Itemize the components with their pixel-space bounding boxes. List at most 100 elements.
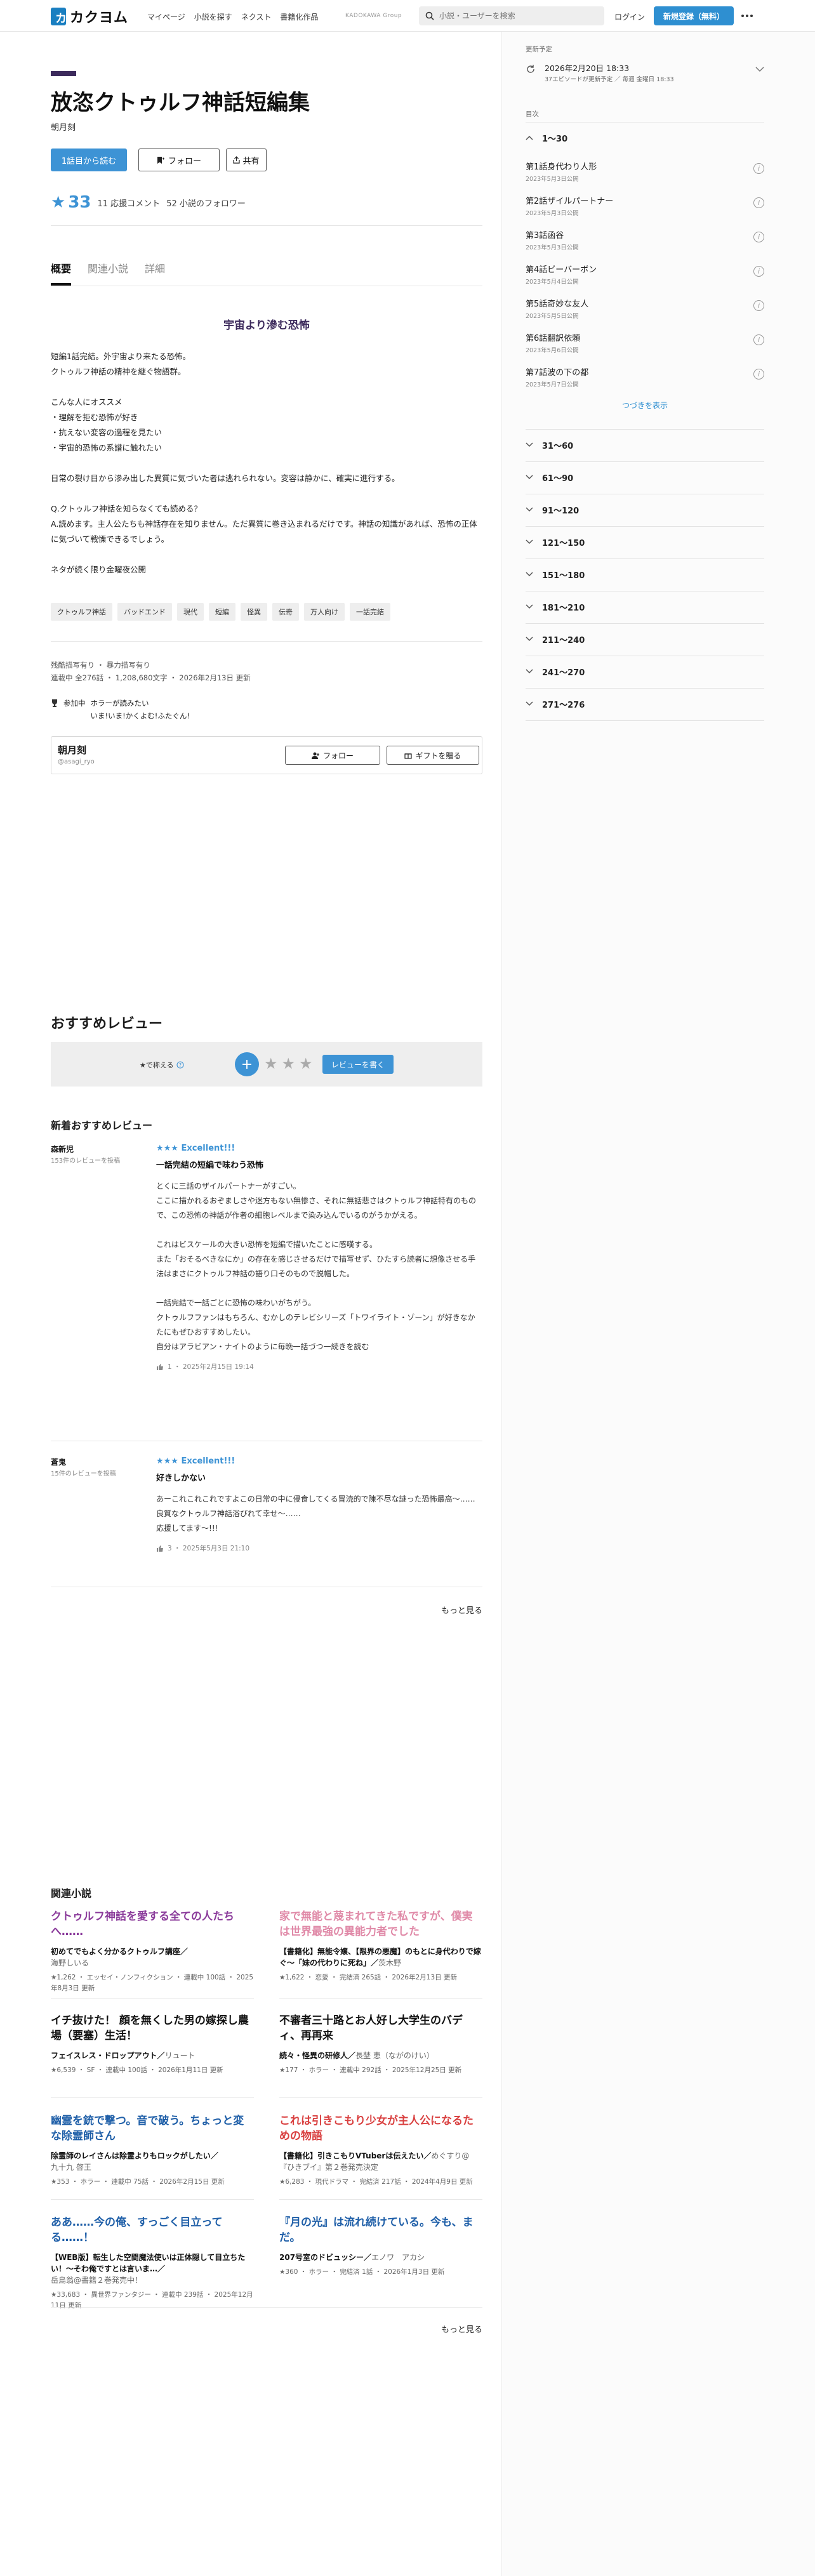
follow-work-button[interactable]: フォロー (138, 149, 220, 171)
write-review-button[interactable]: レビューを書く (322, 1055, 394, 1074)
star-count[interactable]: ★ 33 (51, 193, 91, 212)
tag[interactable]: バッドエンド (117, 603, 172, 621)
related-novel-catch[interactable]: 幽霊を銃で撃つ。音で破う。ちょっと変な除霊師さん (51, 2113, 254, 2144)
info-icon[interactable]: i (753, 300, 764, 311)
share-button[interactable]: 共有 (226, 149, 267, 171)
related-novel-catch[interactable]: ああ……今の俺、すっごく目立ってる……！ (51, 2215, 254, 2245)
info-icon[interactable]: i (753, 197, 764, 208)
author-card-name[interactable]: 朝月刻 (58, 743, 86, 756)
tag[interactable]: クトゥルフ神話 (51, 603, 112, 621)
info-icon[interactable]: i (753, 266, 764, 277)
toc-volume[interactable]: 181〜210 (526, 591, 764, 623)
episode-title[interactable]: 第2話ザイルパートナー (526, 194, 764, 206)
related-novel-author[interactable]: 岳鳥翁@書籍２巻発売中！ (51, 2276, 142, 2285)
related-novel-author[interactable]: 長埜 恵（ながのけい） (355, 2051, 434, 2060)
info-icon[interactable]: i (753, 163, 764, 174)
related-novel-author[interactable]: 茨木野 (378, 1958, 401, 1967)
site-logo[interactable]: カ カクヨム (51, 6, 128, 27)
tag[interactable]: 伝奇 (272, 603, 299, 621)
episode-title[interactable]: 第4話ビーバーボン (526, 263, 764, 275)
tab-related[interactable]: 関連小説 (88, 260, 128, 286)
tag[interactable]: 現代 (177, 603, 204, 621)
related-novel-author[interactable]: 九十九 啓王 (51, 2163, 91, 2172)
info-icon[interactable]: i (753, 369, 764, 380)
tab-details[interactable]: 詳細 (145, 260, 165, 286)
toc-volume[interactable]: 61〜90 (526, 461, 764, 493)
empty-star-rating[interactable]: ★★★ (264, 1055, 317, 1073)
toc-volume[interactable]: 31〜60 (526, 429, 764, 461)
signup-button[interactable]: 新規登録（無料） (654, 6, 734, 25)
info-icon[interactable]: i (753, 232, 764, 242)
toc-volume[interactable]: 211〜240 (526, 623, 764, 655)
related-novel[interactable]: イチ抜けた！ 顔を無くした男の嫁探し農場（要塞）生活！ フェイスレス・ドロップア… (51, 2013, 254, 2076)
related-novel[interactable]: クトゥルフ神話を愛する全ての人たちへ…… 初めてでもよく分かるクトゥルフ講座／海… (51, 1909, 254, 1994)
contest-link[interactable]: いま!いま!かくよむ!ふたぐん! (91, 710, 190, 722)
episode-title[interactable]: 第5話奇妙な友人 (526, 297, 764, 309)
more-reviews-link[interactable]: もっと見る (441, 1604, 482, 1616)
nav-mypage[interactable]: マイページ (147, 11, 185, 22)
show-more-episodes-link[interactable]: つづきを表示 (526, 400, 764, 411)
tag[interactable]: 一話完結 (350, 603, 390, 621)
tag[interactable]: 短編 (209, 603, 235, 621)
toc-volume[interactable]: 241〜270 (526, 656, 764, 687)
reviewer-name[interactable]: 蒼鬼 (51, 1456, 66, 1467)
episode-title[interactable]: 第1話身代わり人形 (526, 160, 764, 172)
related-novel[interactable]: 『月の光』は流れ続けている。今も、まだ。 207号室のドビュッシー／エノワ アカ… (279, 2215, 482, 2278)
episode-item[interactable]: 第4話ビーバーボン 2023年5月4日公開 i (526, 263, 764, 286)
related-novel-author[interactable]: リュート (165, 2051, 195, 2060)
episode-title[interactable]: 第6話翻訳依頼 (526, 331, 764, 343)
episode-item[interactable]: 第7話波の下の都 2023年5月7日公開 i (526, 366, 764, 388)
tag[interactable]: 怪異 (241, 603, 267, 621)
tag[interactable]: 万人向け (304, 603, 345, 621)
related-novel-catch[interactable]: これは引きこもり少女が主人公になるための物語 (279, 2113, 482, 2144)
related-novel-catch[interactable]: 『月の光』は流れ続けている。今も、まだ。 (279, 2215, 482, 2245)
reviewer-name[interactable]: 森新児 (51, 1144, 74, 1154)
nav-next[interactable]: ネクスト (241, 11, 272, 22)
toc-volume[interactable]: 121〜150 (526, 526, 764, 558)
send-gift-button[interactable]: ギフトを贈る (387, 746, 479, 765)
related-novel-catch[interactable]: イチ抜けた！ 顔を無くした男の嫁探し農場（要塞）生活！ (51, 2013, 254, 2044)
episode-item[interactable]: 第1話身代わり人形 2023年5月3日公開 i (526, 160, 764, 183)
related-novel[interactable]: ああ……今の俺、すっごく目立ってる……！ 【WEB版】転生した空間魔法使いは正体… (51, 2215, 254, 2311)
nav-published-works[interactable]: 書籍化作品 (280, 11, 318, 22)
toc-volume[interactable]: 91〜120 (526, 494, 764, 525)
related-novel[interactable]: 不審者三十路とお人好し大学生のバディ、再再来 続々・怪異の研修人／長埜 恵（なが… (279, 2013, 482, 2076)
toc-volume-open[interactable]: 1〜30 (526, 122, 764, 154)
related-novel-catch[interactable]: クトゥルフ神話を愛する全ての人たちへ…… (51, 1909, 254, 1939)
related-novel[interactable]: これは引きこもり少女が主人公になるための物語 【書籍化】引きこもりVTuberは… (279, 2113, 482, 2188)
read-first-episode-button[interactable]: 1話目から読む (51, 149, 127, 171)
related-novel[interactable]: 家で無能と蔑まれてきた私ですが、僕実は世界最強の異能力者でした 【書籍化】無能令… (279, 1909, 482, 1983)
more-related-link[interactable]: もっと見る (441, 2323, 482, 2335)
search-input[interactable] (439, 11, 592, 20)
update-schedule[interactable]: 2026年2月20日 18:33 37エピソードが更新予定 ／ 毎週 金曜日 1… (526, 62, 764, 87)
episode-item[interactable]: 第5話奇妙な友人 2023年5月5日公開 i (526, 297, 764, 320)
related-novel-catch[interactable]: 家で無能と蔑まれてきた私ですが、僕実は世界最強の異能力者でした (279, 1909, 482, 1939)
toc-volume[interactable]: 151〜180 (526, 558, 764, 590)
add-star-button[interactable]: + (235, 1052, 259, 1076)
related-novel-author[interactable]: エノワ アカシ (371, 2253, 425, 2262)
review-headline[interactable]: 一話完結の短編で味わう恐怖 (156, 1158, 482, 1170)
work-author-link[interactable]: 朝月刻 (51, 121, 76, 133)
episode-item[interactable]: 第3話函谷 2023年5月3日公開 i (526, 228, 764, 251)
info-icon[interactable]: i (753, 334, 764, 345)
related-novel-catch[interactable]: 不審者三十路とお人好し大学生のバディ、再再来 (279, 2013, 482, 2044)
help-icon[interactable]: ? (176, 1061, 184, 1069)
search-box[interactable] (419, 6, 604, 25)
review-headline[interactable]: 好きしかない (156, 1471, 482, 1483)
nav-search-novels[interactable]: 小説を探す (194, 11, 232, 22)
more-menu-icon[interactable] (741, 10, 754, 22)
contest-link[interactable]: ホラーが読みたい (91, 697, 190, 710)
toc-volume[interactable]: 271〜276 (526, 688, 764, 720)
thumbs-up-icon[interactable] (156, 1545, 164, 1552)
thumbs-up-icon[interactable] (156, 1363, 164, 1371)
related-novel[interactable]: 幽霊を銃で撃つ。音で破う。ちょっと変な除霊師さん 除霊師のレイさんは除霊よりもロ… (51, 2113, 254, 2188)
episode-item[interactable]: 第2話ザイルパートナー 2023年5月3日公開 i (526, 194, 764, 217)
tab-overview[interactable]: 概要 (51, 260, 72, 286)
episode-title[interactable]: 第7話波の下の都 (526, 366, 764, 378)
login-link[interactable]: ログイン (614, 11, 645, 22)
episode-title[interactable]: 第3話函谷 (526, 228, 764, 241)
cheer-comments-count[interactable]: 11 応援コメント (98, 197, 161, 209)
related-novel-author[interactable]: 海野しいる (51, 1958, 89, 1967)
followers-count[interactable]: 52 小説のフォロワー (166, 197, 246, 209)
follow-author-button[interactable]: フォロー (285, 746, 380, 765)
